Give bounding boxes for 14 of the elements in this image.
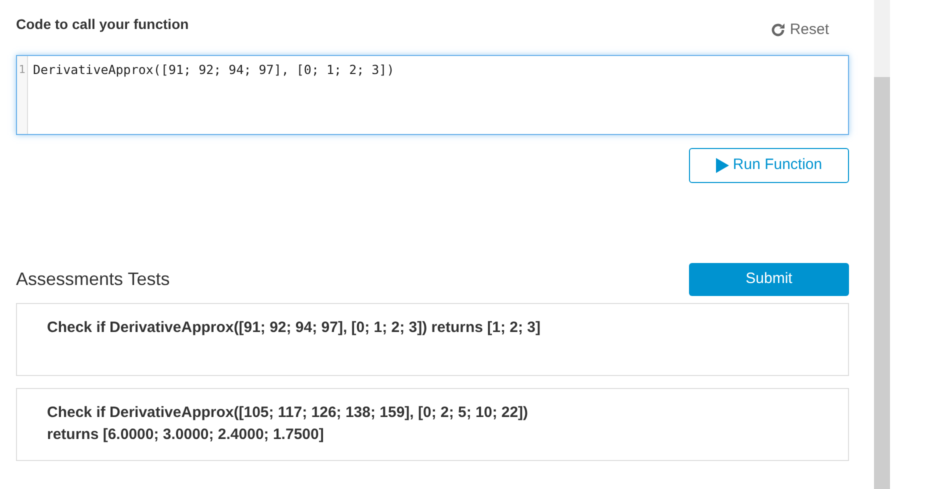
line-number: 1 [18,62,26,78]
run-function-button[interactable]: Run Function [689,148,849,182]
section-title: Code to call your function [16,15,189,34]
reset-icon [770,22,786,38]
scrollbar[interactable] [874,0,890,489]
code-line: DerivativeApprox([91; 92; 94; 97], [0; 1; 2; 3]) [33,62,394,78]
scrollbar-thumb[interactable] [874,77,890,489]
test-description: Check if DerivativeApprox([91; 92; 94; 97], [0; 1; 2; 3]) returns [1; 2; 3] [47,318,542,338]
play-icon [716,158,729,172]
section-title: Assessments Tests [16,268,170,290]
submit-button[interactable]: Submit [689,262,849,296]
reset-button[interactable]: Reset [770,19,829,42]
code-editor[interactable]: 1 DerivativeApprox([91; 92; 94; 97], [0; 1; 2; 3]) [16,54,849,134]
test-description: Check if DerivativeApprox([105; 117; 126; 138; 159], [0; 2; 5; 10; 22]) returns [6.0000; 3.0000; 2.4000; 1.7500] [47,402,530,444]
